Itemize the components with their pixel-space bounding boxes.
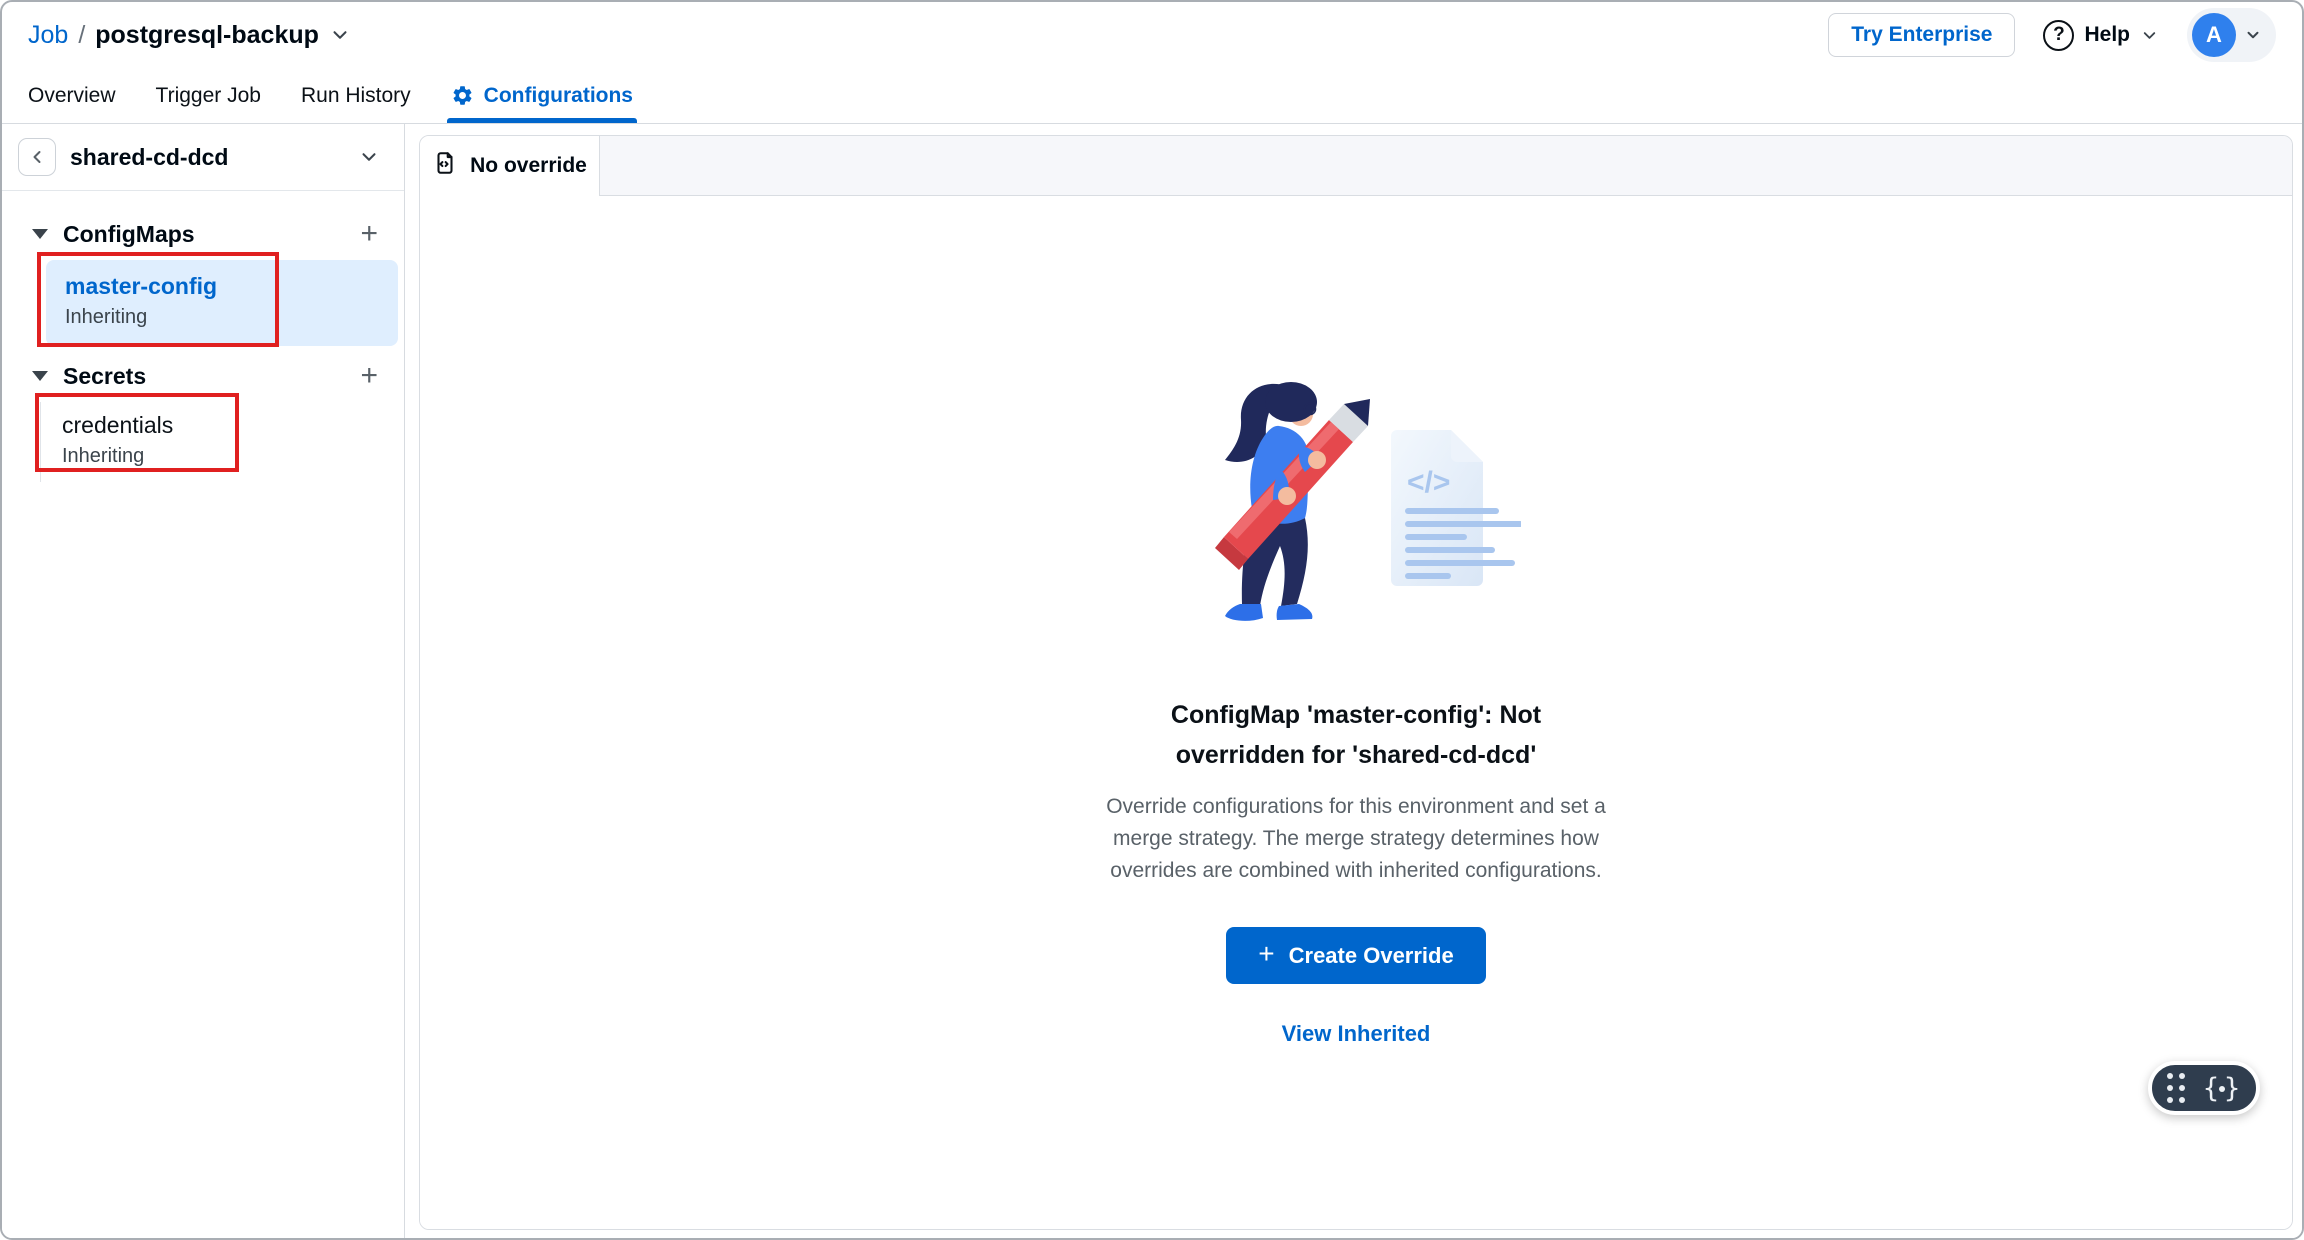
configmap-status: Inheriting xyxy=(65,306,398,329)
file-code-icon xyxy=(432,150,458,182)
code-braces-icon[interactable]: { } xyxy=(2202,1073,2240,1104)
tab-trigger-job[interactable]: Trigger Job xyxy=(156,68,261,123)
add-secret-button[interactable]: + xyxy=(360,361,378,391)
section-configmaps: ConfigMaps + xyxy=(2,215,404,253)
caret-down-icon[interactable] xyxy=(32,371,48,381)
plus-icon: + xyxy=(1258,940,1274,968)
breadcrumb-separator: / xyxy=(78,21,85,50)
drag-handle-icon[interactable] xyxy=(2167,1073,2185,1103)
view-inherited-link[interactable]: View Inherited xyxy=(1282,1021,1431,1047)
configuration-panel: No override xyxy=(419,135,2293,1230)
tab-trigger-job-label: Trigger Job xyxy=(156,84,261,108)
section-configmaps-title: ConfigMaps xyxy=(63,221,360,248)
job-nav-tabs: Overview Trigger Job Run History Configu… xyxy=(2,68,2302,124)
tab-overview[interactable]: Overview xyxy=(28,68,116,123)
avatar: A xyxy=(2192,13,2236,57)
empty-state: </> xyxy=(420,196,2292,1229)
app-window: Job / postgresql-backup Try Enterprise ?… xyxy=(0,0,2304,1240)
tab-configurations-label: Configurations xyxy=(484,84,633,108)
tab-run-history-label: Run History xyxy=(301,84,411,108)
header-actions: Try Enterprise ? Help A xyxy=(1828,8,2276,62)
empty-state-description: Override configurations for this environ… xyxy=(1106,791,1606,887)
active-tab-underline xyxy=(447,118,637,123)
sidebar-item-master-config[interactable]: master-config Inheriting xyxy=(46,260,398,346)
override-tabbar: No override xyxy=(420,136,2292,196)
code-document: </> xyxy=(1391,430,1521,586)
chevron-down-icon xyxy=(2140,26,2159,45)
create-override-button[interactable]: + Create Override xyxy=(1226,927,1485,984)
sidebar-item-credentials[interactable]: credentials Inheriting xyxy=(40,402,380,482)
user-menu[interactable]: A xyxy=(2187,8,2276,62)
question-circle-icon: ? xyxy=(2043,20,2074,51)
floating-widget: { } xyxy=(2148,1061,2260,1115)
environment-selector: shared-cd-dcd xyxy=(18,138,380,176)
tab-no-override[interactable]: No override xyxy=(420,136,600,196)
breadcrumb-job-link[interactable]: Job xyxy=(28,21,68,50)
main-area: No override xyxy=(405,124,2302,1238)
configmap-name: master-config xyxy=(65,273,398,300)
tab-no-override-label: No override xyxy=(470,154,587,178)
caret-down-icon[interactable] xyxy=(32,229,48,239)
breadcrumb: Job / postgresql-backup xyxy=(28,21,351,50)
gear-icon xyxy=(451,84,474,107)
help-label: Help xyxy=(2084,23,2130,47)
tabbar-empty-strip xyxy=(600,136,2292,196)
svg-text:</>: </> xyxy=(1407,466,1450,499)
back-button[interactable] xyxy=(18,138,56,176)
try-enterprise-button[interactable]: Try Enterprise xyxy=(1828,13,2015,57)
add-configmap-button[interactable]: + xyxy=(360,219,378,249)
tab-configurations[interactable]: Configurations xyxy=(451,68,633,123)
chevron-down-icon xyxy=(2244,26,2262,44)
body: shared-cd-dcd ConfigMaps + master-config… xyxy=(2,124,2302,1238)
help-menu[interactable]: ? Help xyxy=(2043,20,2159,51)
header: Job / postgresql-backup Try Enterprise ?… xyxy=(2,2,2302,68)
secret-status: Inheriting xyxy=(62,445,380,468)
brace-close: } xyxy=(2224,1073,2241,1104)
environment-name: shared-cd-dcd xyxy=(70,144,344,171)
config-sidebar: shared-cd-dcd ConfigMaps + master-config… xyxy=(2,124,405,1238)
sidebar-divider xyxy=(2,190,404,191)
section-secrets-title: Secrets xyxy=(63,363,360,390)
tab-overview-label: Overview xyxy=(28,84,116,108)
section-secrets: Secrets + xyxy=(2,357,404,395)
tab-run-history[interactable]: Run History xyxy=(301,68,411,123)
empty-state-illustration: </> xyxy=(1191,368,1521,633)
secret-name: credentials xyxy=(62,412,380,439)
chevron-down-icon[interactable] xyxy=(358,146,380,168)
woman-figure xyxy=(1215,382,1370,621)
empty-state-title: ConfigMap 'master-config': Not overridde… xyxy=(1111,695,1601,775)
chevron-down-icon[interactable] xyxy=(329,24,351,46)
create-override-label: Create Override xyxy=(1289,943,1454,969)
brace-open: { xyxy=(2202,1073,2219,1104)
breadcrumb-job-name[interactable]: postgresql-backup xyxy=(95,21,319,50)
